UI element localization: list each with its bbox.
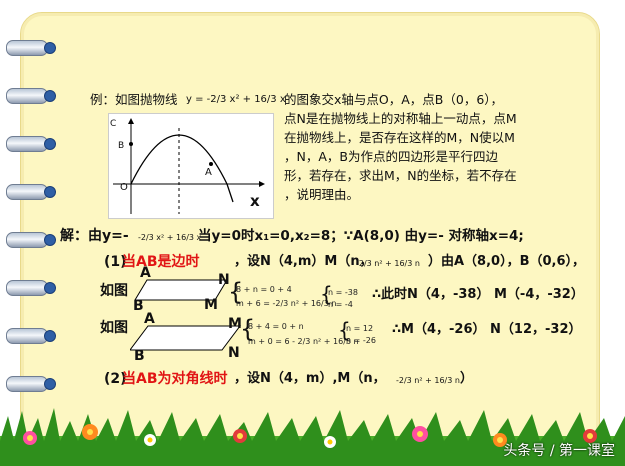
case1-formula: -2/3 n² + 16/3 n	[356, 259, 420, 268]
ring-icon	[6, 40, 48, 56]
eq2-top: 8 + 4 = 0 + n	[248, 322, 304, 331]
problem-line5: 形，若存在，求出M，N的坐标，若不存在	[284, 168, 517, 183]
flower-icon	[412, 426, 428, 442]
hole-icon	[44, 282, 56, 294]
ring-icon	[6, 184, 48, 200]
ring-icon	[6, 376, 48, 392]
parabola-curve	[130, 134, 234, 203]
flower-icon	[82, 424, 98, 440]
fig1-label-a: A	[140, 265, 151, 281]
hole-icon	[44, 42, 56, 54]
case2-text: ，设N（4，m）,M（n，	[234, 371, 386, 386]
fig1-label-b: B	[133, 298, 144, 314]
solution-line1-mid: 当y=0时x₁=0,x₂=8；∵A(8,0) 由y=- 对称轴x=4;	[198, 228, 524, 244]
as-shown-2: 如图	[100, 320, 128, 336]
hole-icon	[44, 186, 56, 198]
case1-text: ，设N（4,m）M（n，	[234, 254, 373, 269]
problem-line6: ，说明理由。	[284, 187, 360, 202]
solution-line1-formula: -2/3 x² + 16/3 x	[138, 233, 202, 242]
fig2-label-b: B	[134, 348, 145, 364]
case1-condition: 当AB是边时	[122, 254, 200, 270]
flower-icon	[23, 431, 37, 445]
hole-icon	[44, 234, 56, 246]
point-b-dot	[129, 142, 133, 146]
fig2-label-a: A	[144, 311, 155, 327]
hole-icon	[44, 90, 56, 102]
problem-line2: 点N是在抛物线上的对称轴上一动点，点M	[284, 111, 517, 126]
parallelogram-2-shape	[130, 325, 241, 351]
parabola-svg	[113, 118, 265, 214]
graph-label-o: O	[120, 182, 128, 193]
as-shown-1: 如图	[100, 283, 128, 299]
fig1-label-m: M	[204, 297, 218, 313]
result-1: ∴此时N（4，-38） M（-4，-32）	[372, 287, 584, 302]
sol2-bottom: n = -26	[346, 336, 376, 345]
problem-line4: ，N，A，B为作点的四边形是平行四边	[284, 149, 498, 164]
graph-label-b: B	[118, 141, 125, 151]
sol1-bottom: n = -4	[328, 300, 353, 309]
ring-icon	[6, 88, 48, 104]
problem-line1-suffix: 的图象交x轴与点O，A，点B（0，6），	[284, 92, 504, 107]
watermark: 头条号 / 第一课室	[503, 443, 615, 459]
ring-icon	[6, 328, 48, 344]
hole-icon	[44, 378, 56, 390]
flower-icon	[144, 434, 156, 446]
ring-icon	[6, 280, 48, 296]
graph-label-c: C	[110, 119, 117, 129]
case2-tail: ）	[460, 371, 474, 386]
hole-icon	[44, 330, 56, 342]
flower-icon	[233, 429, 247, 443]
problem-line3: 在抛物线上，是否存在这样的M，N使以M	[284, 130, 515, 145]
slide: 例：如图抛物线 y = -2/3 x² + 16/3 x 的图象交x轴与点O，A…	[0, 0, 625, 466]
flower-icon	[324, 436, 336, 448]
parabola-formula: y = -2/3 x² + 16/3 x	[186, 94, 286, 105]
case2-formula: -2/3 n² + 16/3 n	[396, 376, 460, 385]
problem-line1-prefix: 例：如图抛物线	[90, 92, 178, 107]
ring-icon	[6, 232, 48, 248]
graph-label-x: x	[250, 192, 260, 210]
graph-label-a: A	[205, 167, 212, 178]
fig2-label-n: N	[228, 345, 240, 361]
y-axis-arrow-icon	[128, 118, 134, 124]
hole-icon	[44, 138, 56, 150]
case2-condition: 当AB为对角线时	[122, 371, 228, 387]
ring-icon	[6, 136, 48, 152]
case1-tail: ）由A（8,0），B（0,6），	[428, 254, 586, 269]
result-2: ∴M（4，-26） N（12，-32）	[392, 322, 582, 337]
solution-line1-prefix: 解：由y=-	[60, 228, 129, 244]
x-axis-arrow-icon	[259, 181, 265, 187]
